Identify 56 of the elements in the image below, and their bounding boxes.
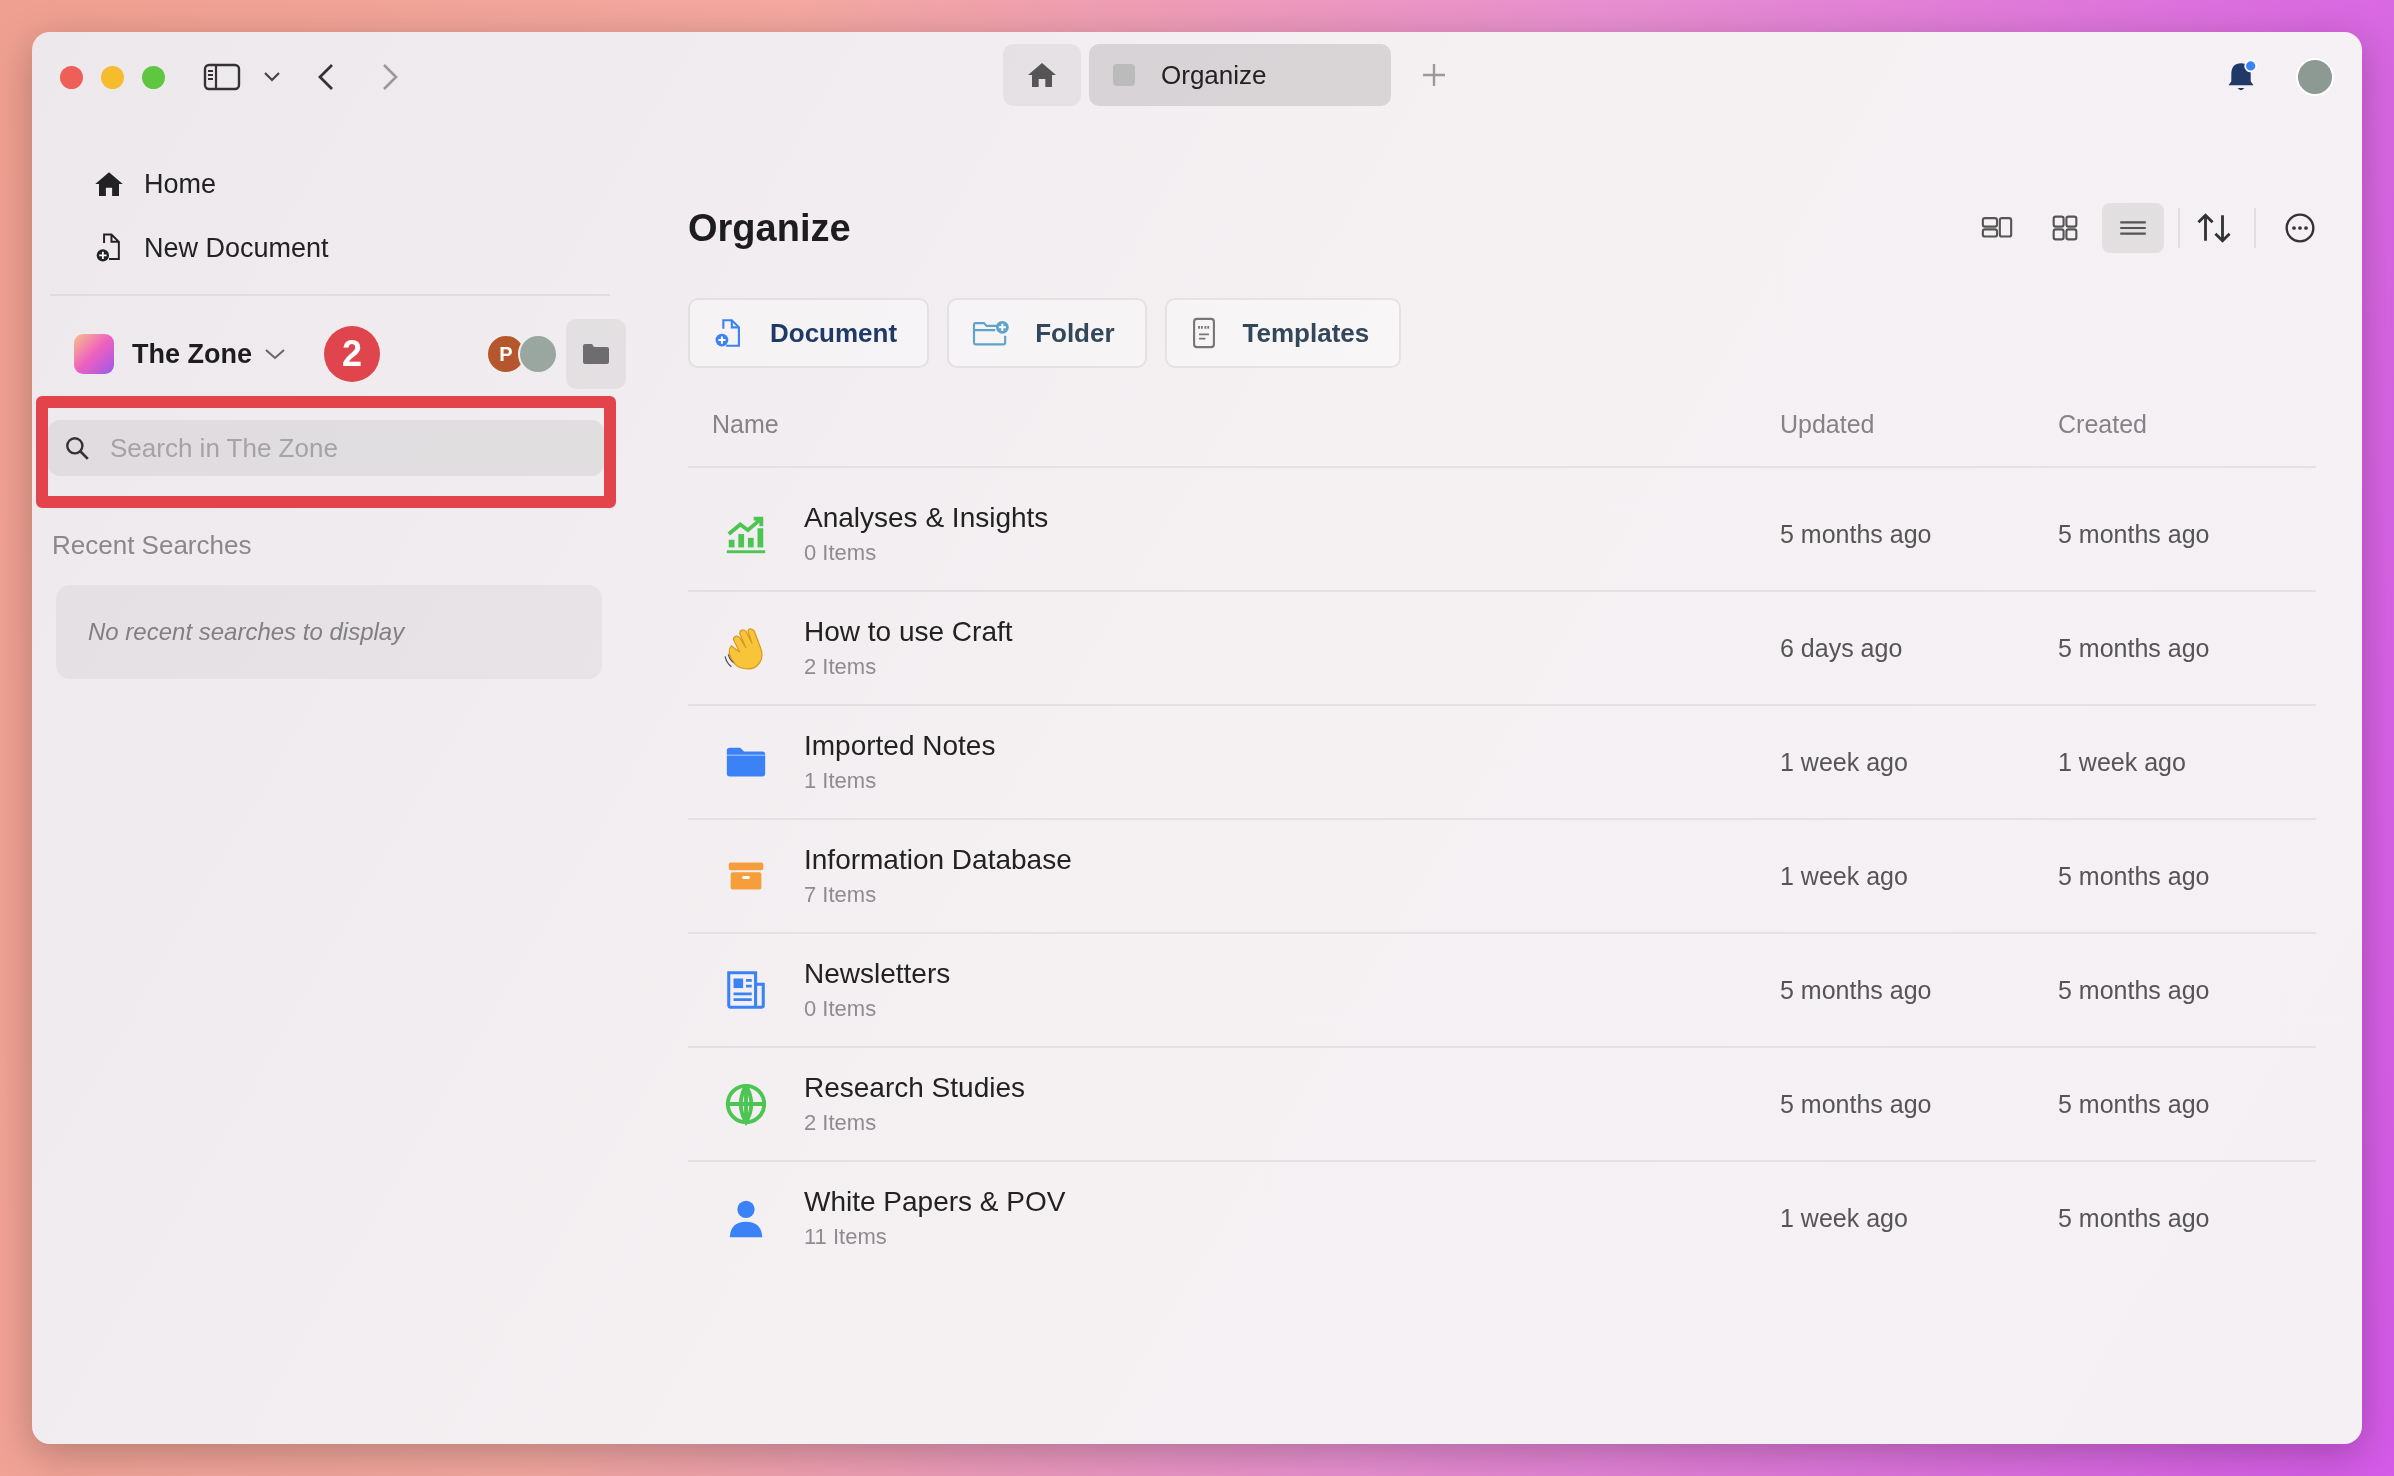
item-count: 7 Items <box>804 882 878 908</box>
updated-date: 1 week ago <box>1780 861 1908 890</box>
item-count: 0 Items <box>804 540 878 566</box>
section-heading: Recent Searches <box>52 530 253 561</box>
folder-name[interactable]: Imported Notes <box>804 730 1780 762</box>
folder-name[interactable]: Analyses & Insights <box>804 502 1780 534</box>
updated-date: 1 week ago <box>1780 747 1908 776</box>
sidebar-toggle-icon[interactable] <box>203 62 241 92</box>
space-logo <box>74 334 114 374</box>
search-icon <box>64 435 90 461</box>
new-folder-button[interactable]: Folder <box>947 298 1147 368</box>
view-mode-button[interactable] <box>2102 203 2164 253</box>
page-tab[interactable]: Organize <box>1089 44 1391 106</box>
item-count: 2 Items <box>804 654 878 680</box>
created-date: 5 months ago <box>2058 519 2210 548</box>
updated-date: 1 week ago <box>1780 1203 1908 1232</box>
item-count: 0 Items <box>804 996 878 1022</box>
step-number-badge: 2 <box>324 326 380 382</box>
folder-name[interactable]: White Papers & POV <box>804 1186 1780 1218</box>
created-date: 1 week ago <box>2058 747 2186 776</box>
updated-date: 5 months ago <box>1780 519 1932 548</box>
folder-name[interactable]: Newsletters <box>804 958 1780 990</box>
page-title: Organize <box>688 206 851 250</box>
templates-button[interactable]: Templates <box>1164 298 1402 368</box>
chevron-down-icon <box>264 347 286 361</box>
chevron-down-icon[interactable] <box>263 71 281 83</box>
globe-icon <box>723 1081 769 1127</box>
new-document-link[interactable]: New Document <box>50 216 329 280</box>
user-avatar[interactable] <box>2296 58 2334 96</box>
folder-button[interactable] <box>566 319 626 389</box>
empty-message: No recent searches to display <box>88 618 405 646</box>
created-date: 5 months ago <box>2058 975 2210 1004</box>
space-selector[interactable]: The Zone <box>132 338 286 370</box>
created-date: 5 months ago <box>2058 1089 2210 1118</box>
item-count: 11 Items <box>804 1224 888 1250</box>
home-icon <box>1026 60 1058 90</box>
folder-icon <box>581 342 611 366</box>
more-icon[interactable] <box>2284 212 2316 244</box>
new-tab-icon[interactable] <box>1421 62 1447 88</box>
created-date: 5 months ago <box>2058 633 2210 662</box>
folder-name[interactable]: Research Studies <box>804 1072 1780 1104</box>
updated-date: 5 months ago <box>1780 1089 1932 1118</box>
home-icon <box>94 170 124 198</box>
created-date: 5 months ago <box>2058 1203 2210 1232</box>
home-tab[interactable] <box>1003 44 1081 106</box>
folder-name[interactable]: Information Database <box>804 844 1780 876</box>
close-button[interactable] <box>60 65 83 89</box>
home-link[interactable]: Home <box>50 152 217 216</box>
folder-name[interactable]: How to use Craft <box>804 616 1780 648</box>
item-count: 1 Items <box>804 768 878 794</box>
updated-date: 5 months ago <box>1780 975 1932 1004</box>
new-document-button[interactable]: Document <box>688 298 930 368</box>
item-count: 2 Items <box>804 1110 878 1136</box>
created-date: 5 months ago <box>2058 861 2210 890</box>
back-icon[interactable] <box>317 62 335 92</box>
updated-date: 6 days ago <box>1780 633 1903 662</box>
